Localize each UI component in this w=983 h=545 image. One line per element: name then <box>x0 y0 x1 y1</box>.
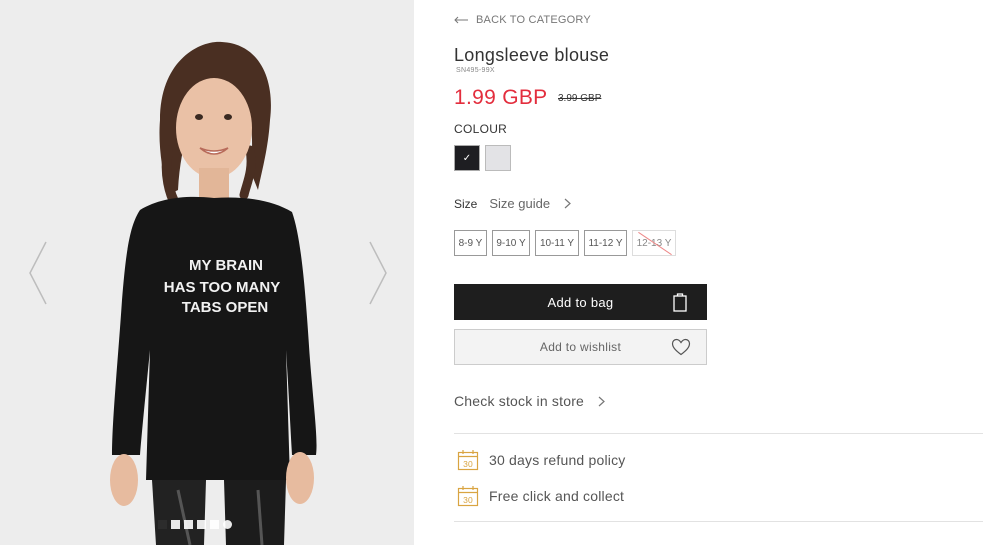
divider <box>454 433 983 434</box>
size-options: 8-9 Y 9-10 Y 10-11 Y 11-12 Y 12-13 Y <box>454 230 676 256</box>
colour-swatch-light-grey[interactable] <box>485 145 511 171</box>
add-to-bag-button[interactable]: Add to bag <box>454 284 707 320</box>
add-to-wishlist-button[interactable]: Add to wishlist <box>454 329 707 365</box>
colour-swatch-black[interactable]: ✓ <box>454 145 480 171</box>
size-guide-link[interactable]: Size guide <box>489 196 550 211</box>
product-title: Longsleeve blouse <box>454 45 610 65</box>
gallery-dot-active[interactable] <box>223 520 232 529</box>
back-to-category-link[interactable]: BACK TO CATEGORY <box>454 14 591 26</box>
size-option-9-10[interactable]: 9-10 Y <box>492 230 530 256</box>
size-option-12-13-unavailable: 12-13 Y <box>632 230 676 256</box>
perk-refund-policy: 30 30 days refund policy <box>457 449 626 471</box>
shirt-text-line-2: HAS TOO MANY <box>164 279 280 296</box>
svg-text:30: 30 <box>463 459 473 469</box>
perk-label: Free click and collect <box>489 488 625 504</box>
gallery-pagination <box>158 520 232 529</box>
chevron-right-icon <box>598 396 605 406</box>
heart-icon <box>671 338 691 356</box>
product-sku: SN495-99X <box>456 67 495 74</box>
shirt-text-line-3: TABS OPEN <box>182 299 268 316</box>
product-price: 1.99 GBP <box>454 86 548 109</box>
size-option-11-12[interactable]: 11-12 Y <box>584 230 627 256</box>
gallery-dot[interactable] <box>158 520 167 529</box>
chevron-right-icon[interactable] <box>564 198 571 209</box>
divider <box>454 521 983 522</box>
gallery-dot[interactable] <box>210 520 219 529</box>
chevron-left-icon[interactable] <box>26 238 50 308</box>
check-stock-label: Check stock in store <box>454 393 585 409</box>
product-photo: MY BRAIN HAS TOO MANY TABS OPEN <box>0 0 414 545</box>
svg-text:30: 30 <box>463 495 473 505</box>
product-gallery: MY BRAIN HAS TOO MANY TABS OPEN <box>0 0 414 545</box>
calendar-30-icon: 30 <box>457 450 479 471</box>
gallery-dot[interactable] <box>171 520 180 529</box>
product-details: BACK TO CATEGORY Longsleeve blouse SN495… <box>454 0 983 545</box>
calendar-30-icon: 30 <box>457 486 479 507</box>
size-option-10-11[interactable]: 10-11 Y <box>535 230 579 256</box>
chevron-right-icon[interactable] <box>366 238 390 308</box>
back-to-category-label: BACK TO CATEGORY <box>476 14 591 26</box>
size-option-8-9[interactable]: 8-9 Y <box>454 230 487 256</box>
gallery-dot[interactable] <box>197 520 206 529</box>
size-label: Size <box>454 196 478 211</box>
check-stock-link[interactable]: Check stock in store <box>454 393 605 409</box>
perk-label: 30 days refund policy <box>489 452 626 468</box>
shirt-text-line-1: MY BRAIN <box>189 257 263 274</box>
arrow-left-icon <box>454 16 468 24</box>
size-row: Size Size guide <box>454 196 571 211</box>
check-icon: ✓ <box>462 152 472 164</box>
colour-label: COLOUR <box>454 122 508 136</box>
shopping-bag-icon <box>673 293 687 312</box>
add-to-bag-label: Add to bag <box>547 294 614 310</box>
add-to-wishlist-label: Add to wishlist <box>539 340 622 354</box>
perk-click-and-collect: 30 Free click and collect <box>457 485 624 507</box>
gallery-dot[interactable] <box>184 520 193 529</box>
product-old-price: 3.99 GBP <box>558 93 602 104</box>
